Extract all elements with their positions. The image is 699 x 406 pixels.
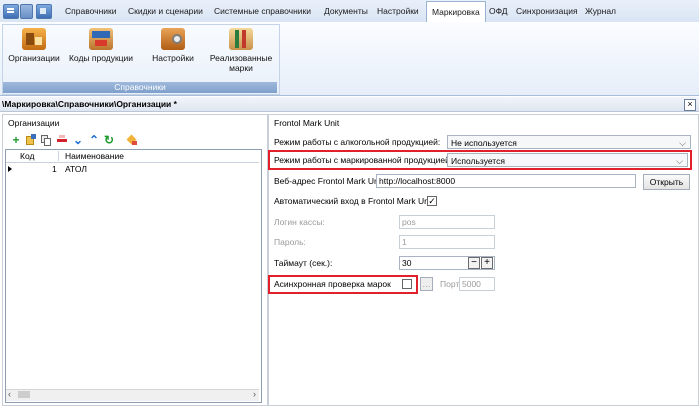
settings-button[interactable]: Настройки: [148, 28, 198, 63]
move-down-icon[interactable]: ⌄: [72, 134, 84, 146]
scroll-thumb[interactable]: [18, 391, 30, 398]
sold-marks-button[interactable]: Реализованные марки: [207, 28, 275, 73]
copy-icon[interactable]: [40, 134, 52, 146]
column-divider: [58, 151, 59, 161]
tab-ofd[interactable]: ОФД: [484, 0, 513, 22]
login-label: Логин кассы:: [274, 217, 325, 227]
product-codes-label: Коды продукции: [68, 53, 134, 63]
alcohol-mode-select[interactable]: Не используется ⌵: [447, 135, 691, 149]
login-input[interactable]: pos: [399, 215, 495, 229]
document-title: \Маркировка\Справочники\Организации *: [0, 97, 699, 112]
product-codes-button[interactable]: Коды продукции: [67, 28, 135, 63]
tab-documents[interactable]: Документы: [319, 0, 373, 22]
refresh-icon[interactable]: ↻: [103, 134, 115, 146]
delete-icon[interactable]: [56, 134, 68, 146]
increment-icon[interactable]: +: [481, 257, 493, 269]
sold-marks-icon: [229, 28, 253, 50]
timeout-label: Таймаут (сек.):: [274, 258, 333, 268]
move-up-icon[interactable]: ⌃: [88, 134, 100, 146]
url-label: Веб-адрес Frontol Mark Unit:: [274, 176, 386, 186]
auto-login-label: Автоматический вход в Frontol Mark Unit: [274, 196, 434, 206]
column-header-name[interactable]: Наименование: [65, 150, 124, 162]
settings-icon: [161, 28, 185, 50]
decrement-icon[interactable]: −: [468, 257, 480, 269]
async-check-label: Асинхронная проверка марок: [274, 279, 391, 289]
window-icon[interactable]: [36, 4, 52, 19]
tab-settings[interactable]: Настройки: [372, 0, 424, 22]
port-input[interactable]: 5000: [459, 277, 495, 291]
password-input[interactable]: 1: [399, 235, 495, 249]
alcohol-mode-value: Не используется: [451, 138, 517, 148]
marked-mode-label: Режим работы с маркированной продукцией:: [274, 155, 453, 165]
tab-system-references[interactable]: Системные справочники: [209, 0, 316, 22]
marked-mode-select[interactable]: Используется ⌵: [447, 153, 688, 167]
settings-label: Настройки: [152, 53, 194, 63]
async-ellipsis-button[interactable]: …: [420, 277, 433, 291]
ribbon-group-label: Справочники: [3, 82, 277, 93]
column-header-code[interactable]: Код: [20, 150, 34, 162]
tab-discounts[interactable]: Скидки и сценарии: [123, 0, 208, 22]
organizations-button[interactable]: Организации: [6, 28, 62, 63]
tab-journal[interactable]: Журнал: [580, 0, 621, 22]
clear-icon[interactable]: [126, 134, 138, 146]
edit-icon[interactable]: [25, 134, 37, 146]
tab-spravochniki[interactable]: Справочники: [60, 0, 122, 22]
chevron-down-icon: ⌵: [676, 156, 683, 166]
table-row-code[interactable]: 1: [52, 164, 57, 175]
row-selector-icon: [8, 166, 12, 172]
close-document-icon[interactable]: ×: [684, 99, 696, 111]
add-icon[interactable]: +: [10, 134, 22, 146]
quick-access-dropdown-icon[interactable]: [20, 4, 33, 19]
tab-sync[interactable]: Синхронизация: [511, 0, 583, 22]
organizations-icon: [22, 28, 46, 50]
organizations-label: Организации: [8, 53, 60, 63]
table-row-name[interactable]: АТОЛ: [65, 164, 87, 175]
sold-marks-label-1: Реализованные: [209, 53, 273, 63]
marked-mode-value: Используется: [451, 156, 505, 166]
url-input[interactable]: http://localhost:8000: [376, 174, 636, 188]
app-menu-icon[interactable]: [3, 4, 19, 19]
tab-marking[interactable]: Маркировка: [426, 1, 486, 24]
organizations-grid[interactable]: [5, 149, 262, 403]
alcohol-mode-label: Режим работы с алкогольной продукцией:: [274, 137, 441, 147]
sold-marks-label-2: марки: [229, 63, 253, 73]
scroll-right-icon[interactable]: ›: [253, 389, 256, 399]
product-codes-icon: [89, 28, 113, 50]
open-button[interactable]: Открыть: [643, 174, 690, 190]
port-label: Порт: [440, 279, 460, 289]
frontol-mark-unit-title: Frontol Mark Unit: [274, 118, 340, 128]
auto-login-checkbox[interactable]: ✓: [427, 196, 437, 206]
scroll-left-icon[interactable]: ‹: [8, 389, 11, 399]
async-check-checkbox[interactable]: [402, 279, 412, 289]
chevron-down-icon: ⌵: [679, 138, 686, 148]
organizations-panel-title: Организации: [8, 118, 60, 128]
password-label: Пароль:: [274, 237, 306, 247]
horizontal-scrollbar[interactable]: [6, 389, 259, 401]
grid-header: [6, 150, 259, 163]
